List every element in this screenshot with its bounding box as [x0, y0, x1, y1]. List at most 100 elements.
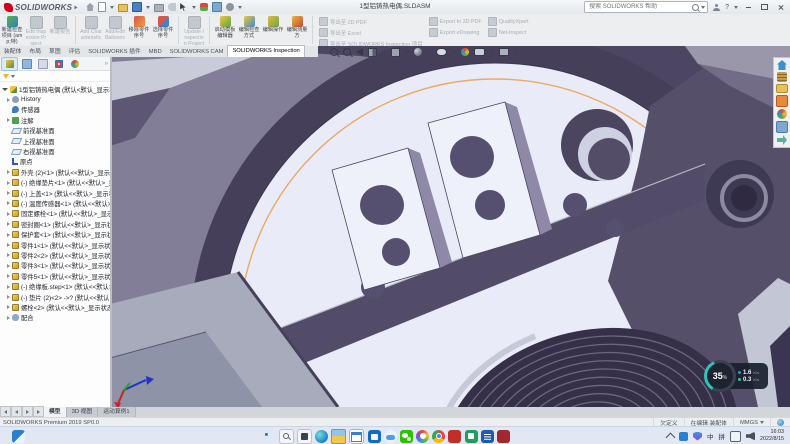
tree-item-bolt[interactable]: 螺栓<2> (默认<<默认>_显示状态 [0, 302, 110, 312]
file-explorer-taskbar-icon[interactable] [331, 429, 346, 444]
tab-3d-views[interactable]: 3D 视图 [67, 407, 99, 417]
tray-shield-icon[interactable] [693, 432, 702, 441]
design-library-icon[interactable] [777, 72, 787, 82]
ribbon-button-edit-inspection-method[interactable]: 编辑检查方式 [238, 15, 260, 40]
tab-assembly[interactable]: 装配体 [0, 47, 25, 57]
property-manager-tab[interactable] [19, 58, 34, 70]
tree-item-sensors[interactable]: 传感器 [0, 105, 110, 115]
ribbon-button-update-inspection-project[interactable]: Update Inspection Project [183, 15, 205, 47]
tree-filter-row[interactable] [0, 71, 110, 82]
tree-item-origin[interactable]: 原点 [0, 157, 110, 167]
section-view-icon[interactable] [368, 48, 377, 57]
taskbar-clock[interactable]: 16:03 2022/8/15 [760, 429, 784, 443]
search-input[interactable] [587, 3, 690, 11]
new-caret[interactable] [110, 6, 114, 9]
dimxpert-manager-tab[interactable] [51, 58, 66, 70]
red-app-icon[interactable] [448, 430, 461, 443]
home-icon[interactable] [86, 3, 94, 11]
tree-item-annotations[interactable]: 注解 [0, 115, 110, 125]
tree-item-shell[interactable]: 外壳 (2)<1> (默认<<默认>_显示状 [0, 167, 110, 177]
mail-icon[interactable] [349, 429, 364, 444]
performance-widget[interactable]: 1.6K/s 0.3K/s 35% [704, 360, 736, 392]
tree-item-part2[interactable]: 零件2<2> (默认<<默认>_显示状态 [0, 250, 110, 260]
view-settings-caret[interactable] [514, 51, 518, 53]
taskbar-left-app-icon[interactable] [12, 430, 25, 443]
chrome-icon[interactable] [432, 430, 445, 443]
hide-show-items-icon[interactable] [436, 48, 447, 56]
tree-item-part3[interactable]: 零件3<1> (默认<<默认>_显示状态 [0, 261, 110, 271]
ribbon-button-launch-template-editor[interactable]: 启动模板编辑器 [214, 15, 236, 40]
taskbar-search-icon[interactable] [279, 429, 294, 444]
display-style-caret[interactable] [427, 51, 431, 53]
tree-item-right-plane[interactable]: 右视基准面 [0, 146, 110, 156]
export-edrawing[interactable]: Export eDrawing [429, 28, 482, 37]
home-tab-icon[interactable] [777, 60, 787, 70]
tab-model[interactable]: 模型 [44, 407, 67, 417]
ribbon-button-add-edit-balloons[interactable]: Add/Edit Balloons [104, 15, 126, 42]
tree-item-fixing-bolt[interactable]: 固定螺栓<1> (默认<<默认>_显示 [0, 209, 110, 219]
word-icon[interactable] [481, 430, 494, 443]
open-icon[interactable] [118, 4, 128, 12]
start-button-icon[interactable] [265, 433, 271, 439]
restore-button[interactable] [759, 2, 770, 12]
tray-display-icon[interactable] [730, 431, 741, 442]
previous-view-icon[interactable] [356, 48, 363, 56]
tray-volume-icon[interactable] [746, 432, 755, 441]
tree-item-spacer[interactable]: (-) 垫片 (2)<2> ->? (默认<<默认 [0, 292, 110, 302]
file-explorer-icon[interactable] [776, 84, 788, 93]
display-style-icon[interactable] [414, 48, 422, 56]
graphics-viewport[interactable]: 1.6K/s 0.3K/s 35% [110, 46, 790, 407]
ime-language[interactable]: 中 [707, 431, 714, 441]
tab-mbd[interactable]: MBD [145, 47, 166, 57]
tab-motion-study[interactable]: 运动算例1 [98, 407, 135, 417]
options-caret[interactable] [238, 6, 242, 9]
maroon-app-icon[interactable] [497, 430, 510, 443]
green-app-icon[interactable] [465, 430, 478, 443]
edge-icon[interactable] [315, 430, 328, 443]
display-manager-tab[interactable] [67, 58, 82, 70]
new-document-icon[interactable] [98, 2, 106, 12]
tab-scroll-first[interactable] [0, 406, 11, 417]
qualityxpert[interactable]: QualityXpert [488, 17, 529, 26]
tree-item-protective-sleeve[interactable]: 保护套<1> (默认<<默认>_显示状 [0, 229, 110, 239]
options-gear-icon[interactable] [226, 3, 234, 11]
tab-sketch[interactable]: 草图 [45, 47, 65, 57]
tree-item-part5[interactable]: 零件5<1> (默认<<默认>_显示状态 [0, 271, 110, 281]
view-orientation-icon[interactable] [391, 48, 400, 57]
ribbon-button-new-inspection-project[interactable]: 新建检查项目 (amp;特) [1, 15, 23, 45]
export-excel[interactable]: 导出至 Excel [319, 28, 423, 37]
ime-mode[interactable]: 拼 [719, 431, 726, 441]
cloud-app-icon[interactable] [384, 430, 397, 443]
tree-item-seal-ring[interactable]: 密封圈<1> (默认<<默认>_显示状 [0, 219, 110, 229]
help-caret[interactable] [734, 6, 738, 9]
browser-ring-icon[interactable] [416, 430, 429, 443]
tab-solidworks-inspection[interactable]: SOLIDWORKS Inspection [227, 45, 304, 57]
login-person-icon[interactable] [713, 4, 720, 11]
tray-overflow-chevron-icon[interactable] [666, 433, 676, 443]
tab-addins[interactable]: SOLIDWORKS 插件 [84, 47, 145, 57]
ribbon-button-new-report[interactable]: 新建报告 [49, 15, 71, 36]
tree-item-top-cover[interactable]: (-) 上盖<1> (默认<<默认>_显示状 [0, 188, 110, 198]
ribbon-button-select-balloons[interactable]: 选择零件序号 [152, 15, 174, 40]
tree-item-front-plane[interactable]: 前视基准面 [0, 126, 110, 136]
panel-tabs-overflow-icon[interactable]: » [105, 61, 108, 67]
task-view-icon[interactable] [297, 429, 312, 444]
search-caret[interactable] [701, 6, 705, 9]
wechat-icon[interactable] [400, 430, 413, 443]
menu-expand-icon[interactable] [75, 5, 78, 9]
tray-blue-app-icon[interactable] [679, 432, 688, 441]
view-orientation-caret[interactable] [405, 51, 409, 53]
view-palette-icon[interactable] [776, 95, 788, 107]
save-icon[interactable] [132, 2, 142, 12]
feature-manager-tab[interactable] [1, 57, 18, 71]
usage-percent-ring[interactable]: 35% [704, 360, 736, 392]
tab-solidworks-cam[interactable]: SOLIDWORKS CAM [166, 47, 228, 57]
edit-appearance-icon[interactable] [461, 48, 469, 56]
tree-item-top-plane[interactable]: 上视基准面 [0, 136, 110, 146]
export-2d-pdf[interactable]: 导出至 2D PDF [319, 17, 423, 26]
apply-scene-icon[interactable] [474, 48, 485, 56]
tree-item-mates[interactable]: 配合 [0, 313, 110, 323]
tree-item-insulation-board[interactable]: (-) 绝缘板.step<1> (默认<<默认> [0, 281, 110, 291]
select-cursor-icon[interactable] [180, 3, 188, 11]
search-icon[interactable] [692, 4, 699, 11]
